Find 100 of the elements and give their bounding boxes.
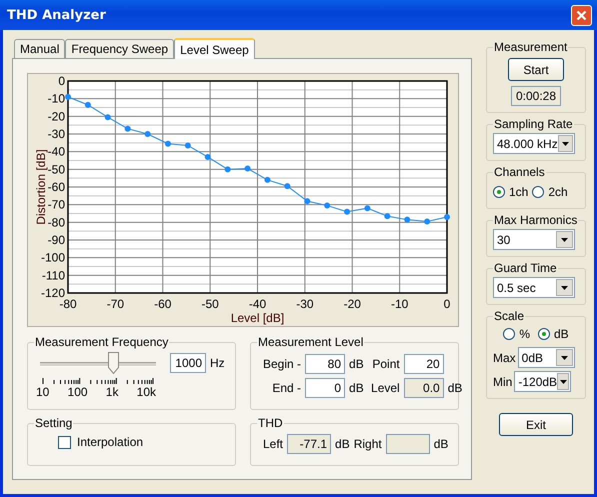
axis-tick-label: -60 (154, 297, 172, 311)
field-label: Left (263, 437, 284, 451)
radio-label: 1ch (509, 185, 528, 199)
close-button[interactable] (571, 4, 592, 26)
unit-label: dB (335, 437, 350, 451)
radio-button[interactable] (503, 328, 516, 340)
group-title: Measurement Frequency (34, 335, 170, 349)
data-point (364, 205, 370, 212)
group-title: Max Harmonics (493, 213, 578, 227)
dropdown-button[interactable] (556, 231, 573, 248)
x-axis-title: Level [dB] (230, 311, 284, 325)
data-point (404, 216, 410, 223)
axis-tick-label: -80 (59, 297, 77, 311)
exit-button[interactable]: Exit (499, 413, 573, 436)
axis-tick-label: -10 (390, 297, 408, 311)
scale-label: 100 (68, 385, 88, 399)
y-axis-title: Distortion [dB] (34, 149, 48, 225)
axis-tick-label: -40 (48, 144, 65, 159)
radio-button[interactable] (493, 186, 505, 198)
caret-icon (562, 142, 569, 146)
sampling-rate-dropdown[interactable]: 48.000 kHz (493, 133, 575, 154)
tab[interactable]: Manual (14, 39, 66, 58)
field-label: Right (354, 437, 382, 451)
checkbox[interactable] (58, 436, 71, 448)
caret-icon (561, 286, 568, 290)
axis-tick-label: -90 (48, 233, 65, 247)
field-label: Point (371, 357, 400, 371)
axis-tick-label: -30 (296, 297, 314, 311)
input-field[interactable]: 1000 (170, 353, 206, 373)
dropdown-button[interactable] (558, 135, 573, 152)
caret-icon (560, 380, 567, 384)
input-field[interactable]: 80 (305, 354, 346, 374)
data-point (184, 142, 191, 148)
data-point (304, 198, 310, 204)
data-point (144, 131, 151, 137)
axis-tick-label: -120 (40, 286, 65, 300)
group-title: Measurement Level (257, 335, 364, 349)
input-field[interactable]: 20 (404, 354, 444, 374)
radio-button[interactable] (538, 328, 550, 340)
guard-time-dropdown[interactable]: 0.5 sec (493, 277, 575, 298)
group-title: Channels (493, 165, 546, 179)
radio-label: 2ch (548, 185, 568, 199)
unit-label: dB (448, 381, 462, 395)
unit-label: dB (349, 357, 365, 371)
start-button[interactable]: Start (508, 58, 564, 81)
axis-tick-label: -20 (344, 297, 361, 311)
dropdown-button[interactable] (557, 373, 570, 390)
data-point (264, 176, 270, 183)
group-title: Guard Time (493, 261, 558, 275)
group-title: Measurement (493, 40, 568, 54)
data-point (65, 94, 71, 100)
group-title: THD (257, 416, 284, 430)
radio-label: dB (554, 327, 569, 341)
data-point (344, 208, 350, 215)
axis-tick-label: -110 (42, 268, 65, 282)
checkbox-label: Interpolation (77, 435, 144, 449)
field-label: Min (493, 374, 512, 388)
data-point (324, 202, 330, 209)
axis-tick-label: -80 (48, 215, 65, 230)
data-point (104, 114, 111, 120)
field-label: Begin - (263, 357, 302, 371)
axis-tick-label: -30 (48, 127, 65, 141)
scale-label: 10k (136, 385, 156, 399)
slider-thumb[interactable] (108, 352, 120, 374)
axis-tick-label: -10 (48, 92, 65, 106)
group-title: Sampling Rate (493, 117, 574, 131)
group-title: Scale (493, 309, 526, 323)
dropdown-button[interactable] (556, 349, 573, 366)
field-label: Level (371, 381, 400, 395)
radio-button[interactable] (532, 186, 544, 198)
readout-field: -77.1 (287, 434, 332, 454)
input-field: 0.0 (404, 378, 444, 398)
tab[interactable]: Level Sweep (174, 38, 255, 59)
dropdown-button[interactable] (556, 279, 573, 296)
axis-tick-label: -50 (201, 297, 219, 311)
unit-label: Hz (210, 356, 225, 370)
window-title: THD Analyzer (7, 8, 106, 22)
radio-dot-icon (497, 190, 501, 194)
data-point (424, 218, 430, 224)
field-label: End - (271, 381, 302, 395)
axis-tick-label: -40 (248, 297, 266, 311)
axis-tick-label: 0 (58, 74, 65, 88)
axis-tick-label: -20 (48, 109, 65, 124)
data-point (384, 213, 390, 220)
max-harmonics-dropdown[interactable]: 30 (493, 229, 575, 250)
axis-tick-label: 0 (444, 297, 450, 311)
axis-tick-label: -70 (48, 198, 65, 212)
tab[interactable]: Frequency Sweep (65, 39, 174, 58)
axis-tick-label: -50 (48, 162, 65, 176)
data-point (444, 214, 450, 220)
data-point (204, 154, 211, 160)
data-point (244, 165, 251, 172)
data-point (124, 126, 131, 132)
axis-tick-label: -100 (40, 250, 65, 265)
scale-label: 1k (106, 385, 118, 399)
max-dropdown[interactable]: 0dB (518, 347, 575, 368)
min-dropdown[interactable]: -120dB (514, 371, 572, 392)
group-title: Setting (34, 416, 74, 430)
timer-display: 0:00:28 (511, 86, 561, 106)
input-field[interactable]: 0 (305, 378, 346, 398)
